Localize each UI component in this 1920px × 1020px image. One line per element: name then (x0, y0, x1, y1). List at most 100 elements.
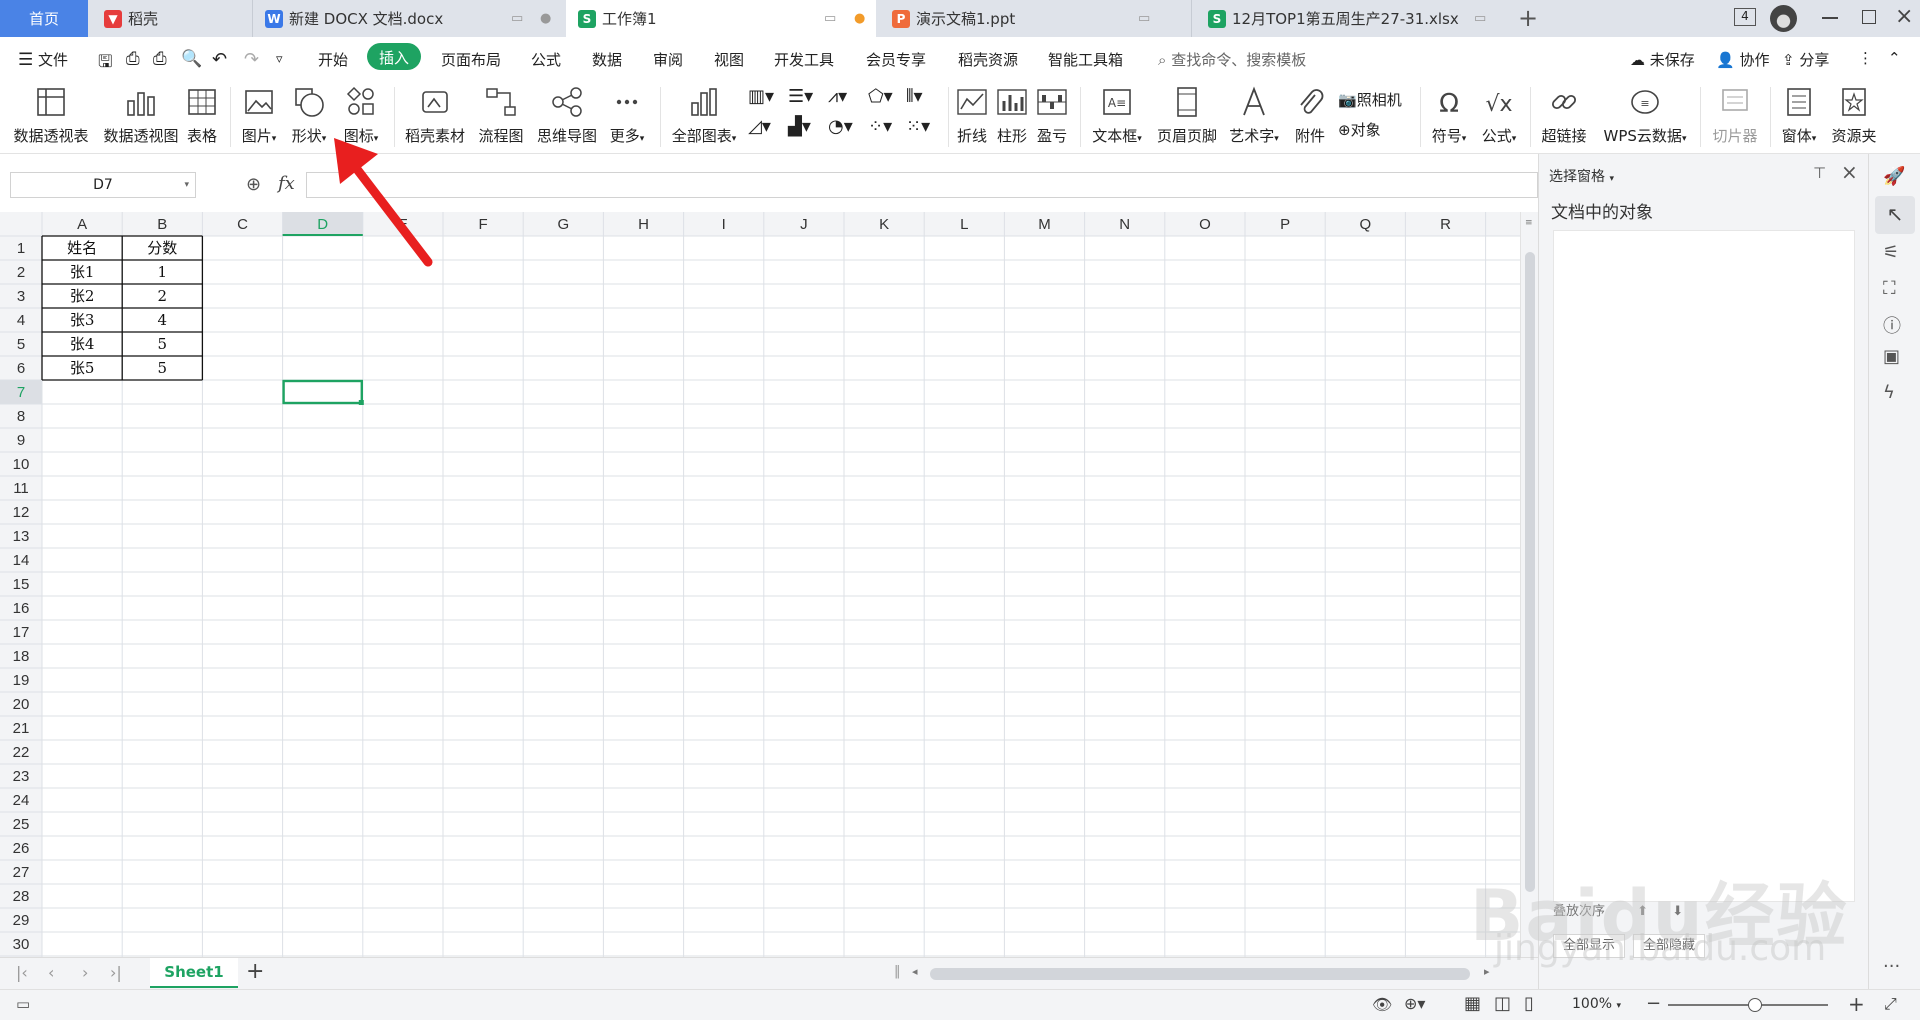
camera-button[interactable]: 📷照相机 (1338, 89, 1402, 110)
column-header-c[interactable]: C (237, 216, 248, 233)
bubble-chart-small-icon[interactable]: ⁙▾ (906, 116, 930, 137)
quick-access-dropdown-icon[interactable]: ▿ (276, 52, 283, 67)
zoom-out-icon[interactable]: − (1646, 993, 1661, 1014)
row-header[interactable]: 19 (13, 672, 30, 689)
monitor-icon[interactable]: ▭ (824, 11, 836, 26)
restore-icon[interactable] (1862, 10, 1876, 24)
bolt-icon[interactable]: ϟ (1883, 382, 1907, 406)
row-header[interactable]: 25 (13, 816, 30, 833)
minimize-icon[interactable] (1822, 17, 1838, 19)
vertical-scrollbar[interactable]: ≡ (1520, 212, 1538, 957)
menu-page-layout[interactable]: 页面布局 (441, 49, 501, 70)
table-cell[interactable]: 分数 (147, 239, 177, 257)
selection-pane-title[interactable]: 选择窗格 ▾ (1549, 166, 1614, 186)
column-header-o[interactable]: O (1199, 216, 1211, 233)
row-header[interactable]: 7 (17, 384, 25, 401)
more-tools-icon[interactable]: ··· (1883, 956, 1907, 980)
table-cell[interactable]: 张2 (70, 287, 95, 305)
row-header[interactable]: 16 (13, 600, 30, 617)
print-icon[interactable]: ⎙ (153, 49, 167, 69)
row-header[interactable]: 6 (17, 360, 25, 377)
scroll-right-icon[interactable]: ▸ (1484, 965, 1490, 978)
formula-input[interactable] (306, 172, 1538, 198)
row-header[interactable]: 12 (13, 504, 30, 521)
bar-chart-small-icon[interactable]: ☰▾ (788, 86, 813, 107)
row-header[interactable]: 2 (17, 264, 25, 281)
page-break-view-icon[interactable]: ◫ (1494, 993, 1511, 1014)
undo-icon[interactable]: ↶ (212, 49, 227, 70)
row-header[interactable]: 10 (13, 456, 30, 473)
close-icon[interactable]: × (1895, 4, 1913, 29)
tab-docx[interactable]: W 新建 DOCX 文档.docx ▭ ● (252, 0, 564, 37)
tab-count-badge[interactable]: 4 (1734, 8, 1756, 26)
row-header[interactable]: 23 (13, 768, 30, 785)
zoom-slider-thumb[interactable] (1748, 998, 1762, 1012)
monitor-icon[interactable]: ▭ (511, 11, 523, 26)
objects-list[interactable] (1553, 230, 1855, 902)
menu-member[interactable]: 会员专享 (866, 49, 926, 70)
row-header[interactable]: 17 (13, 624, 30, 641)
vertical-scroll-thumb[interactable] (1525, 252, 1535, 892)
collab-button[interactable]: 👤 协作 (1716, 49, 1769, 70)
combo-chart-small-icon[interactable]: ▟▾ (788, 116, 811, 137)
row-header[interactable]: 4 (17, 312, 25, 329)
next-sheet-icon[interactable]: › (82, 963, 88, 982)
row-header[interactable]: 26 (13, 840, 30, 857)
pie-chart-small-icon[interactable]: ◔▾ (828, 116, 853, 137)
row-header[interactable]: 29 (13, 912, 30, 929)
monitor-icon[interactable]: ▭ (1474, 11, 1486, 26)
row-header[interactable]: 20 (13, 696, 30, 713)
table-cell[interactable]: 2 (158, 287, 168, 305)
hyperlink-button[interactable]: 超链接 (1538, 85, 1590, 146)
close-pane-icon[interactable]: × (1841, 160, 1858, 184)
chevron-down-icon[interactable]: ▾ (184, 173, 189, 197)
more-menu-icon[interactable]: ⋮ (1858, 49, 1873, 67)
sparkline-winloss-button[interactable]: 盈亏 (1034, 85, 1070, 146)
zoom-formula-icon[interactable]: ⊕ (246, 174, 261, 195)
fx-icon[interactable]: fx (278, 173, 295, 194)
menu-dev-tools[interactable]: 开发工具 (774, 49, 834, 70)
menu-smart-tools[interactable]: 智能工具箱 (1048, 49, 1123, 70)
layout-icon[interactable]: ⊕▾ (1404, 994, 1425, 1013)
spreadsheet-grid[interactable]: ABCDEFGHIJKLMNOPQR1234567891011121314151… (0, 212, 1520, 957)
tab-home[interactable]: 首页 (0, 0, 88, 37)
table-cell[interactable]: 张1 (70, 263, 95, 281)
column-header-k[interactable]: K (879, 216, 889, 233)
column-header-a[interactable]: A (77, 216, 87, 233)
table-cell[interactable]: 4 (158, 311, 168, 329)
table-button[interactable]: 表格 (184, 85, 220, 146)
row-header[interactable]: 1 (17, 240, 25, 257)
row-header[interactable]: 27 (13, 864, 30, 881)
zoom-slider[interactable] (1668, 998, 1828, 1012)
area-chart-small-icon[interactable]: ◿▾ (748, 116, 771, 137)
column-header-p[interactable]: P (1280, 216, 1290, 233)
equation-button[interactable]: √x 公式▾ (1476, 85, 1522, 146)
column-header-i[interactable]: I (722, 216, 726, 233)
shape-button[interactable]: 形状▾ (286, 85, 332, 146)
row-header[interactable]: 28 (13, 888, 30, 905)
last-sheet-icon[interactable]: ›| (110, 963, 122, 982)
daoke-material-button[interactable]: 稻壳素材 (402, 85, 468, 146)
horizontal-scroll-thumb[interactable] (930, 968, 1470, 980)
gallery-icon[interactable]: ▣ (1883, 346, 1907, 370)
textbox-button[interactable]: A≡ 文本框▾ (1086, 85, 1148, 146)
read-view-icon[interactable]: ▯ (1524, 993, 1534, 1014)
table-cell[interactable]: 张3 (70, 311, 95, 329)
row-header[interactable]: 9 (17, 432, 25, 449)
row-header[interactable]: 18 (13, 648, 30, 665)
wps-cloud-data-button[interactable]: ≡ WPS云数据▾ (1598, 85, 1692, 146)
header-footer-button[interactable]: 页眉页脚 (1154, 85, 1220, 146)
column-header-m[interactable]: M (1038, 216, 1051, 233)
row-header[interactable]: 11 (13, 480, 29, 497)
more-button[interactable]: 更多▾ (604, 85, 650, 146)
sliders-icon[interactable]: ⚟ (1883, 242, 1907, 266)
row-header[interactable]: 3 (17, 288, 25, 305)
hscroll-split-icon[interactable]: ‖ (894, 964, 901, 979)
table-cell[interactable]: 张5 (70, 359, 95, 377)
table-cell[interactable]: 姓名 (67, 239, 97, 257)
menu-formula[interactable]: 公式 (531, 49, 561, 70)
first-sheet-icon[interactable]: |‹ (16, 963, 28, 982)
column-header-g[interactable]: G (557, 216, 569, 233)
fullscreen-icon[interactable]: ⤢ (1884, 994, 1897, 1014)
unsaved-button[interactable]: ☁ 未保存 (1630, 49, 1695, 70)
